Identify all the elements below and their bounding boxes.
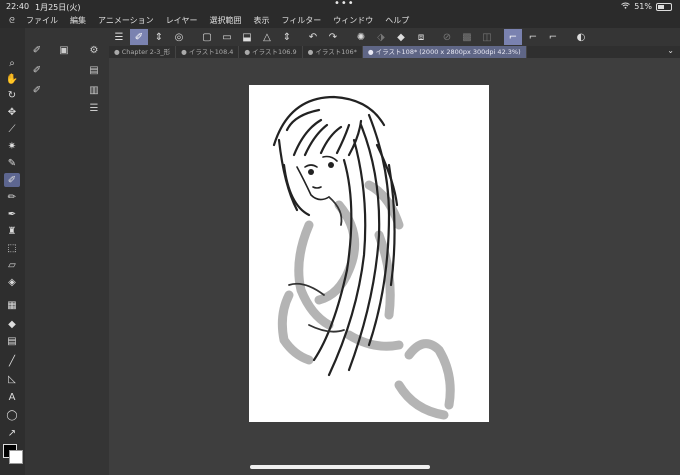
tab-chapter[interactable]: ● Chapter 2-3_形 xyxy=(109,46,177,58)
background-color-swatch[interactable] xyxy=(9,450,23,464)
magic-wand-icon[interactable]: ✷ xyxy=(4,139,20,153)
clear-icon[interactable]: ⊘ xyxy=(438,29,456,45)
status-bar: 22:40 1月25日(火) ••• 51% xyxy=(0,0,680,13)
app-logo-icon[interactable]: ᘓ xyxy=(4,16,20,26)
rotate-icon[interactable]: ↻ xyxy=(4,88,20,102)
settings-icon[interactable]: ⚙ xyxy=(86,43,102,57)
brush-quick-icon[interactable]: ✐ xyxy=(130,29,148,45)
tab-illust-108-4[interactable]: ● イラスト108.4 xyxy=(176,46,240,58)
stabilizer-1-icon[interactable]: ⌐ xyxy=(504,29,522,45)
airbrush-icon[interactable]: ✒ xyxy=(4,207,20,221)
record-icon[interactable]: ◎ xyxy=(170,29,188,45)
gradient-icon[interactable]: ▤ xyxy=(4,334,20,348)
menu-view[interactable]: 表示 xyxy=(247,15,275,26)
text-icon[interactable]: A xyxy=(4,390,20,404)
document-tabs: ● Chapter 2-3_形 ● イラスト108.4 ● イラスト106.9 … xyxy=(109,46,680,58)
export-icon[interactable]: △ xyxy=(258,29,276,45)
menu-animation[interactable]: アニメーション xyxy=(92,15,160,26)
menu-help[interactable]: ヘルプ xyxy=(379,15,415,26)
multitask-dots-icon[interactable]: ••• xyxy=(334,0,355,9)
undo-icon[interactable]: ↶ xyxy=(304,29,322,45)
tab-label: Chapter 2-3_形 xyxy=(121,48,171,56)
correction-icon[interactable]: ↗ xyxy=(4,426,20,440)
subtool-brush-3-icon[interactable]: ✐ xyxy=(29,83,45,97)
crop-icon[interactable]: ⧈ xyxy=(412,29,430,45)
stepper-icon[interactable]: ⇕ xyxy=(150,29,168,45)
date: 1月25日(火) xyxy=(35,3,81,12)
zoom-icon[interactable]: ⌕ xyxy=(4,56,20,70)
sub-tool-panel: ✐ ✐ ✐ xyxy=(25,28,49,475)
open-icon[interactable]: ▭ xyxy=(218,29,236,45)
home-indicator[interactable] xyxy=(250,465,430,469)
battery-percentage: 51% xyxy=(634,2,652,11)
fill-icon[interactable]: ◈ xyxy=(4,275,20,289)
layer-link-icon[interactable]: ⬗ xyxy=(372,29,390,45)
tab-illust-106-9[interactable]: ● イラスト106.9 xyxy=(239,46,303,58)
command-bar: ☰ ✐ ⇕ ◎ ▢ ▭ ⬓ △ ⇕ ↶ ↷ ✺ ⬗ ◆ ⧈ ⊘ ▩ ◫ ⌐ ⌐ … xyxy=(109,28,680,46)
chevron-down-icon[interactable]: ⌄ xyxy=(667,46,674,55)
stabilizer-3-icon[interactable]: ⌐ xyxy=(544,29,562,45)
menu-filter[interactable]: フィルター xyxy=(275,15,327,26)
hand-icon[interactable]: ✋ xyxy=(4,72,20,86)
sub-tool-list: ▣ xyxy=(49,28,79,475)
save-icon[interactable]: ⬓ xyxy=(238,29,256,45)
wifi-icon xyxy=(621,2,631,11)
pencil-icon[interactable]: ✏ xyxy=(4,190,20,204)
tab-label: イラスト106.9 xyxy=(252,48,297,56)
clock: 22:40 xyxy=(6,2,30,11)
menu-edit[interactable]: 編集 xyxy=(64,15,92,26)
fill-selection-icon[interactable]: ▩ xyxy=(458,29,476,45)
figure-icon[interactable]: ╱ xyxy=(4,354,20,368)
drawing-canvas[interactable] xyxy=(249,85,489,422)
tool-bar: ⌕ ✋ ↻ ✥ ⟋ ✷ ✎ ✐ ✏ ✒ ♜ ⬚ ▱ ◈ ▦ ◆ ▤ ╱ ◺ A … xyxy=(0,28,25,475)
tab-label: イラスト108* (2000 x 2800px 300dpi 42.3%) xyxy=(375,48,521,56)
menu-selection[interactable]: 選択範囲 xyxy=(203,15,247,26)
blend-icon[interactable]: ▱ xyxy=(4,258,20,272)
move-icon[interactable]: ✥ xyxy=(4,105,20,119)
transform-icon[interactable]: ◫ xyxy=(478,29,496,45)
menu-window[interactable]: ウィンドウ xyxy=(327,15,379,26)
ruler-icon[interactable]: ◺ xyxy=(4,372,20,386)
menu-bar: ᘓ ファイル 編集 アニメーション レイヤー 選択範囲 表示 フィルター ウィン… xyxy=(0,13,680,28)
redo-icon[interactable]: ↷ xyxy=(324,29,342,45)
tab-label: イラスト106* xyxy=(315,48,357,56)
frame-icon[interactable]: ▦ xyxy=(4,298,20,312)
tab-illust-106[interactable]: ● イラスト106* xyxy=(303,46,363,58)
dropdown-icon[interactable]: ⇕ xyxy=(278,29,296,45)
decoration-icon[interactable]: ♜ xyxy=(4,224,20,238)
list-icon[interactable]: ☰ xyxy=(86,101,102,115)
subtool-brush-2-icon[interactable]: ✐ xyxy=(29,63,45,77)
property-panel: ⚙ ▤ ▥ ☰ xyxy=(79,28,110,475)
sketch-illustration xyxy=(272,95,455,420)
brush-size-icon[interactable]: ▤ xyxy=(86,63,102,77)
pen-icon[interactable]: ✎ xyxy=(4,156,20,170)
balloon-icon[interactable]: ◯ xyxy=(4,408,20,422)
pen-settings-icon[interactable]: ◐ xyxy=(572,29,590,45)
folder-icon[interactable]: ▣ xyxy=(56,43,72,57)
stabilizer-2-icon[interactable]: ⌐ xyxy=(524,29,542,45)
tab-label: イラスト108.4 xyxy=(188,48,234,56)
menu-file[interactable]: ファイル xyxy=(20,15,64,26)
loading-icon[interactable]: ✺ xyxy=(352,29,370,45)
menu-layer[interactable]: レイヤー xyxy=(160,15,204,26)
subtool-brush-1-icon[interactable]: ✐ xyxy=(29,43,45,57)
tab-illust-108-active[interactable]: ● イラスト108* (2000 x 2800px 300dpi 42.3%) xyxy=(362,46,527,58)
layer-icon[interactable]: ▥ xyxy=(86,83,102,97)
eyedropper-icon[interactable]: ⟋ xyxy=(4,122,20,136)
battery-icon xyxy=(656,2,672,11)
menu-icon[interactable]: ☰ xyxy=(110,29,128,45)
eraser-icon[interactable]: ⬚ xyxy=(4,241,20,255)
brush-icon[interactable]: ✐ xyxy=(4,173,20,187)
fill-tool-icon[interactable]: ◆ xyxy=(392,29,410,45)
new-icon[interactable]: ▢ xyxy=(198,29,216,45)
bucket-icon[interactable]: ◆ xyxy=(4,317,20,331)
